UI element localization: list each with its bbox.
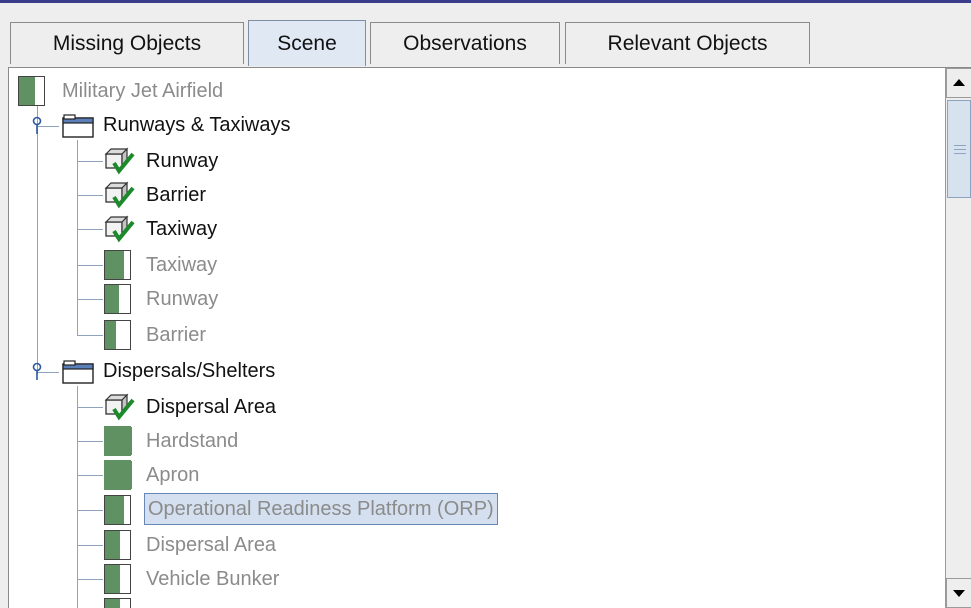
scene-tree-panel[interactable]: Military Jet Airfield Runways & Taxiways…	[8, 68, 971, 608]
window-top-border	[0, 0, 971, 3]
arrow-down-icon	[953, 590, 965, 597]
status-box-icon	[104, 284, 131, 314]
tree-item-label: Military Jet Airfield	[62, 80, 224, 102]
tab-relevant-objects[interactable]: Relevant Objects	[565, 22, 810, 64]
folder-icon	[62, 114, 94, 138]
check-box-icon	[104, 215, 135, 243]
tree-item-label: Runways & Taxiways	[103, 114, 291, 136]
status-box-icon	[104, 320, 131, 350]
tree-connector	[77, 386, 78, 608]
check-box-icon	[104, 393, 135, 421]
tree-item-label: Dispersal Area	[146, 396, 277, 418]
expand-handle-icon[interactable]	[29, 116, 43, 136]
tree-item-label: Dispersals/Shelters	[103, 360, 276, 382]
tree-item-label: Runway	[146, 288, 219, 310]
tab-scene[interactable]: Scene	[248, 20, 366, 66]
tree-item-label: Hardstand	[146, 430, 239, 452]
tab-label: Scene	[277, 32, 337, 55]
tree-item-label: Apron	[146, 464, 200, 486]
scroll-up-button[interactable]	[946, 68, 971, 98]
status-box-icon	[104, 530, 131, 560]
status-box-icon	[104, 426, 132, 456]
status-box-icon	[104, 250, 131, 280]
expand-handle-icon[interactable]	[29, 362, 43, 382]
tab-label: Relevant Objects	[607, 32, 768, 55]
status-box-icon	[104, 598, 131, 608]
check-box-icon	[104, 147, 135, 175]
tab-missing-objects[interactable]: Missing Objects	[10, 22, 244, 64]
folder-icon	[62, 360, 94, 384]
arrow-up-icon	[953, 79, 965, 86]
tree-item-label: Taxiway	[146, 218, 218, 240]
tree-item-label: Dispersal Area	[146, 534, 277, 556]
status-box-icon	[104, 495, 131, 525]
tree-item-label: Barrier	[146, 324, 207, 346]
tree-connector	[77, 140, 78, 336]
vertical-scrollbar[interactable]	[945, 68, 971, 608]
tree-item-label: Runway	[146, 150, 219, 172]
check-box-icon	[104, 181, 135, 209]
scroll-thumb[interactable]	[947, 100, 971, 198]
scroll-down-button[interactable]	[946, 578, 971, 608]
tree-item-label: Taxiway	[146, 254, 218, 276]
tree-item-label: Operational Readiness Platform (ORP)	[144, 493, 498, 525]
tab-observations[interactable]: Observations	[370, 22, 560, 64]
status-box-icon	[18, 76, 45, 106]
status-box-icon	[104, 564, 131, 594]
tree-item-label: Vehicle Bunker	[146, 568, 280, 590]
tree-item-label: Barrier	[146, 184, 207, 206]
tab-label: Missing Objects	[52, 32, 202, 55]
status-box-icon	[104, 460, 132, 490]
tab-label: Observations	[403, 32, 527, 55]
tree-connector	[37, 102, 38, 374]
